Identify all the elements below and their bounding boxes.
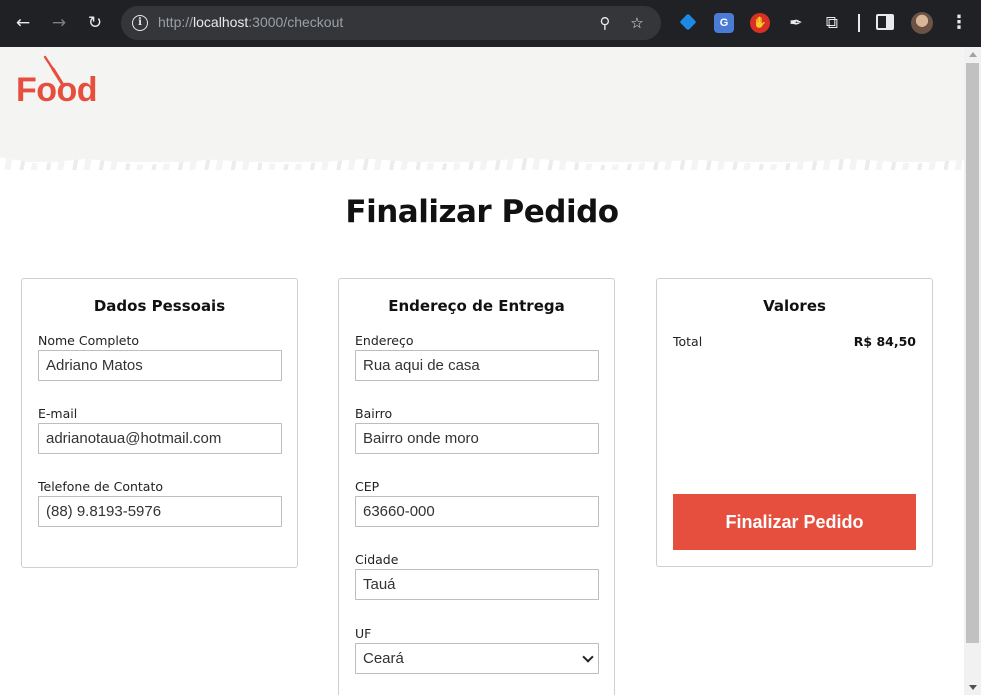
delivery-address-card: Endereço de Entrega Endereço Rua aqui de… [338,278,615,695]
diamond-extension-icon[interactable] [679,13,699,33]
browser-toolbar: ← → ↻ i http://localhost:3000/checkout ⚲… [0,0,981,47]
phone-label: Telefone de Contato [38,479,164,494]
site-header: Food [0,47,964,162]
url-text[interactable]: http://localhost:3000/checkout [158,14,343,30]
back-icon[interactable]: ← [11,11,35,35]
state-select[interactable]: Ceará [355,643,599,674]
bookmark-star-icon[interactable]: ☆ [628,14,646,32]
personal-data-card: Dados Pessoais Nome Completo Adriano Mat… [21,278,298,568]
finalize-order-button[interactable]: Finalizar Pedido [673,494,916,550]
page-viewport: Food Finalizar Pedido Dados Pessoais Nom… [0,47,981,695]
street-label: Endereço [355,333,414,348]
scroll-down-arrow-icon[interactable] [969,685,977,690]
phone-input[interactable]: (88) 9.8193-5976 [38,496,282,527]
chevron-down-icon [582,651,594,663]
city-input[interactable]: Tauá [355,569,599,600]
url-host: localhost [193,14,249,30]
scrollbar-thumb[interactable] [966,63,979,643]
stop-hand-extension-icon[interactable]: ✋ [750,13,770,33]
extensions-puzzle-icon[interactable]: ⧉ [822,13,842,33]
full-name-label: Nome Completo [38,333,140,348]
email-label: E-mail [38,406,78,421]
eyedropper-extension-icon[interactable]: ✒ [786,13,806,33]
total-label: Total [673,334,703,349]
state-select-value: Ceará [363,650,404,667]
personal-data-title: Dados Pessoais [93,297,226,315]
scroll-up-arrow-icon[interactable] [969,52,977,57]
url-prefix: http:// [158,14,194,30]
neighborhood-label: Bairro [355,406,393,421]
full-name-input[interactable]: Adriano Matos [38,350,282,381]
total-value: R$ 84,50 [853,334,916,349]
values-card: Valores Total R$ 84,50 Finalizar Pedido [656,278,933,567]
side-panel-icon[interactable] [876,14,894,30]
menu-kebab-icon[interactable]: ⋮ [950,11,968,35]
city-label: Cidade [355,552,399,567]
profile-avatar[interactable] [911,12,933,34]
reload-icon[interactable]: ↻ [83,11,107,35]
url-path: :3000/checkout [248,14,344,30]
cep-input[interactable]: 63660-000 [355,496,599,527]
email-input[interactable]: adrianotaua@hotmail.com [38,423,282,454]
food-logo[interactable]: Food [16,55,102,111]
values-title: Valores [763,297,826,315]
delivery-address-title: Endereço de Entrega [388,297,565,315]
neighborhood-input[interactable]: Bairro onde moro [355,423,599,454]
street-input[interactable]: Rua aqui de casa [355,350,599,381]
zoom-icon[interactable]: ⚲ [596,14,614,32]
state-label: UF [355,626,372,641]
forward-icon[interactable]: → [47,11,71,35]
page-scrollbar[interactable] [964,47,981,695]
toolbar-divider [858,14,860,32]
site-info-icon[interactable]: i [132,15,148,31]
translate-extension-icon[interactable]: G [714,13,734,33]
logo-text: Food [16,71,98,109]
page-title: Finalizar Pedido [345,194,619,230]
cep-label: CEP [355,479,380,494]
address-bar[interactable]: i http://localhost:3000/checkout ⚲ ☆ [121,6,661,40]
